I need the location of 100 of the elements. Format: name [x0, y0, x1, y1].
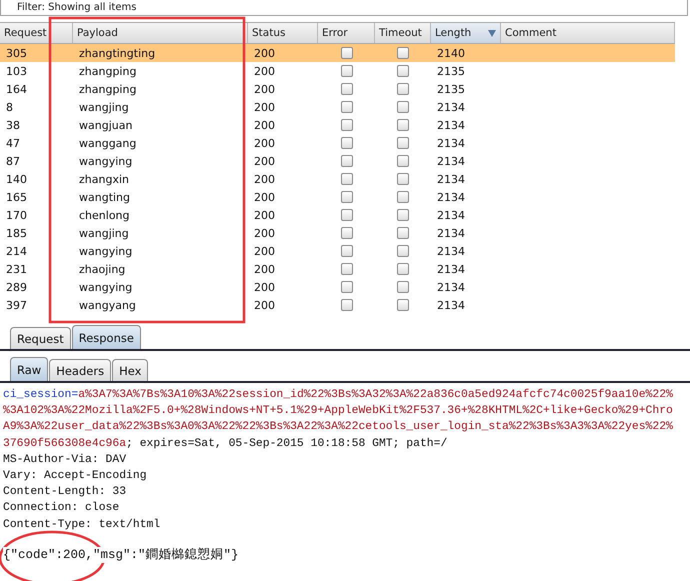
table-cell-text: 170	[5, 208, 28, 224]
table-cell-text: 200	[253, 172, 276, 188]
table-cell-text: 200	[253, 280, 276, 296]
table-cell-text: wangying	[78, 280, 134, 296]
checkbox[interactable]	[340, 119, 352, 131]
table-cell-text: wangyang	[78, 298, 137, 314]
table-cell-text: 200	[253, 100, 276, 116]
table-cell-text: 140	[5, 172, 28, 188]
table-cell-text: 200	[253, 190, 276, 206]
table-cell-text: 200	[253, 208, 276, 224]
table-cell-text: 103	[5, 64, 28, 80]
table-cell-text: 200	[253, 64, 276, 80]
table-cell-text: 2134	[436, 100, 466, 116]
checkbox[interactable]	[340, 263, 352, 275]
response-line: Vary: Accept-Encoding	[3, 468, 148, 484]
table-cell-text: zhaojing	[78, 262, 126, 278]
table-cell-text: 200	[253, 136, 276, 152]
table-cell-text: 200	[253, 118, 276, 134]
checkbox[interactable]	[340, 83, 352, 95]
tab[interactable]: Raw	[10, 357, 48, 381]
table-cell-text: 8	[5, 100, 14, 116]
checkbox[interactable]	[340, 245, 352, 257]
tab[interactable]: Headers	[49, 359, 112, 381]
table-cell-text: 2134	[436, 118, 466, 134]
checkbox[interactable]	[397, 209, 409, 221]
table-cell-text: 38	[5, 118, 21, 134]
table-row[interactable]: 305 zhangtingting 200 2140	[0, 44, 675, 62]
response-line: Content-Type: text/html	[3, 518, 162, 532]
filter-bar[interactable]: Filter: Showing all items	[0, 0, 688, 16]
tab[interactable]: Request	[10, 327, 71, 349]
checkbox[interactable]	[340, 299, 352, 311]
table-cell-text: 164	[5, 82, 28, 98]
table-cell-text: 2134	[436, 244, 466, 260]
table-cell-text: wangjing	[78, 226, 130, 242]
table-cell-text: 200	[253, 46, 276, 62]
column-header[interactable]: Error	[318, 23, 375, 43]
table-cell-text: wangying	[78, 154, 134, 170]
tab[interactable]: Hex	[112, 359, 148, 381]
checkbox[interactable]	[340, 281, 352, 293]
table-cell-text: 185	[5, 226, 28, 242]
checkbox[interactable]	[397, 101, 409, 113]
checkbox[interactable]	[397, 119, 409, 131]
checkbox[interactable]	[397, 281, 409, 293]
response-line: A9%3A%22user_data%22%3Bs%3A0%3A%22%22%3Bs%3A22%3A%22cetools_user_login_sta%22%3Bs%3A3%3A%22yes%22%	[3, 420, 674, 436]
checkbox[interactable]	[340, 173, 352, 185]
table-cell-text: wangjing	[78, 100, 130, 116]
table-cell-text: wangying	[78, 244, 134, 260]
column-header[interactable]: Timeout	[375, 23, 431, 43]
checkbox[interactable]	[340, 101, 352, 113]
table-cell-text: zhangping	[78, 82, 138, 98]
tab[interactable]: Response	[72, 325, 141, 349]
checkbox[interactable]	[397, 173, 409, 185]
response-line: Connection: close	[3, 500, 120, 516]
table-cell-text: 87	[5, 154, 21, 170]
checkbox[interactable]	[397, 65, 409, 77]
sort-descending-icon	[488, 30, 496, 36]
table-cell-text: 2134	[436, 136, 466, 152]
checkbox[interactable]	[340, 155, 352, 167]
table-cell-text: 165	[5, 190, 28, 206]
column-header[interactable]: Payload	[73, 23, 248, 43]
checkbox[interactable]	[397, 83, 409, 95]
table-cell-text: 305	[5, 46, 28, 62]
table-cell-text: 2135	[436, 64, 466, 80]
checkbox[interactable]	[397, 191, 409, 203]
checkbox[interactable]	[340, 65, 352, 77]
table-cell-text: wangting	[78, 190, 132, 206]
table-cell-text: 200	[253, 82, 276, 98]
checkbox[interactable]	[397, 47, 409, 59]
checkbox[interactable]	[340, 137, 352, 149]
checkbox[interactable]	[397, 263, 409, 275]
table-cell-text: zhangxin	[78, 172, 130, 188]
checkbox[interactable]	[397, 227, 409, 239]
table-cell-text: 2134	[436, 298, 466, 314]
checkbox[interactable]	[397, 299, 409, 311]
table-cell-text: 2134	[436, 208, 466, 224]
checkbox[interactable]	[340, 227, 352, 239]
checkbox[interactable]	[340, 209, 352, 221]
response-line: %3A102%3A%22Mozilla%2F5.0+%28Windows+NT+5.1%29+AppleWebKit%2F537.36+%28KHTML%2C+like+Gecko%29+Chro	[3, 404, 674, 420]
checkbox[interactable]	[397, 137, 409, 149]
checkbox[interactable]	[340, 191, 352, 203]
checkbox[interactable]	[397, 245, 409, 257]
response-line: 37690f566308e4c96a; expires=Sat, 05-Sep-2015 10:18:58 GMT; path=/	[3, 436, 448, 452]
checkbox[interactable]	[397, 155, 409, 167]
table-cell-text: 200	[253, 226, 276, 242]
response-line: ci_session=a%3A7%3A%7Bs%3A10%3A%22session_id%22%3Bs%3A32%3A%22a836c0a5ed924afcfc74c0025f9aa10e%22%	[3, 388, 674, 403]
table-cell-text: wanggang	[78, 136, 138, 152]
table-cell-text: 200	[253, 298, 276, 314]
table-cell-text: 397	[5, 298, 28, 314]
table-cell-text: 200	[253, 262, 276, 278]
table-cell-text: 289	[5, 280, 28, 296]
table-cell-text: 200	[253, 154, 276, 170]
column-header[interactable]: Request	[0, 23, 73, 43]
table-cell-text: chenlong	[78, 208, 130, 224]
checkbox[interactable]	[340, 47, 352, 59]
response-line: MS-Author-Via: DAV	[3, 452, 128, 468]
column-header[interactable]: Length	[431, 23, 501, 43]
table-cell-text: 2135	[436, 82, 466, 98]
response-body: {"code":200,"msg":"鐧婚檰鎴愬姛"}	[3, 546, 239, 563]
column-header[interactable]: Status	[248, 23, 318, 43]
column-header[interactable]: Comment	[501, 23, 675, 43]
